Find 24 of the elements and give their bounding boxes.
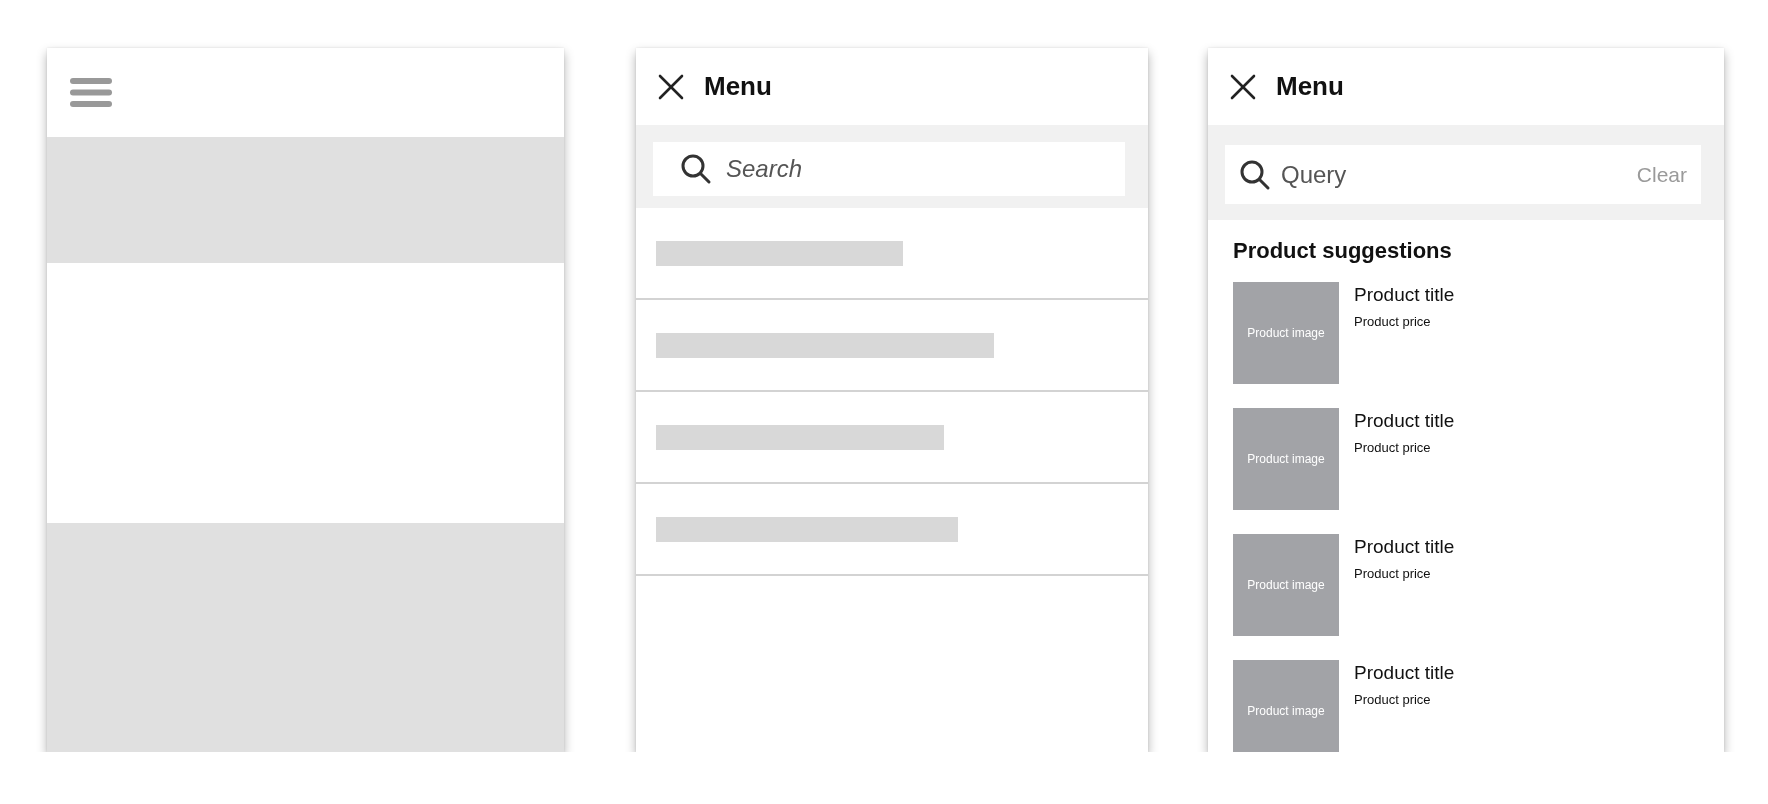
product-title[interactable]: Product title — [1354, 536, 1455, 558]
product-image: Product image — [1233, 408, 1339, 510]
product-price: Product price — [1354, 566, 1432, 581]
close-icon[interactable] — [658, 73, 684, 100]
search-input[interactable]: Search — [726, 155, 1109, 183]
product-image: Product image — [1233, 534, 1339, 636]
search-field[interactable]: Query Clear — [1225, 145, 1701, 204]
search-icon — [680, 153, 712, 185]
product-image: Product image — [1233, 660, 1339, 752]
search-field[interactable]: Search — [653, 142, 1125, 196]
section-title: Product suggestions — [1233, 238, 1453, 264]
menu-icon[interactable] — [69, 77, 113, 108]
search-input[interactable]: Query — [1281, 160, 1627, 189]
product-price: Product price — [1354, 440, 1432, 455]
menu-title: Menu — [1276, 71, 1344, 102]
product-price: Product price — [1354, 692, 1432, 707]
close-icon[interactable] — [1230, 73, 1256, 100]
search-icon — [1239, 158, 1271, 191]
product-title[interactable]: Product title — [1354, 410, 1455, 432]
product-title[interactable]: Product title — [1354, 662, 1455, 684]
product-title[interactable]: Product title — [1354, 284, 1455, 306]
product-image: Product image — [1233, 282, 1339, 384]
product-price: Product price — [1354, 314, 1432, 329]
menu-title: Menu — [704, 71, 772, 102]
